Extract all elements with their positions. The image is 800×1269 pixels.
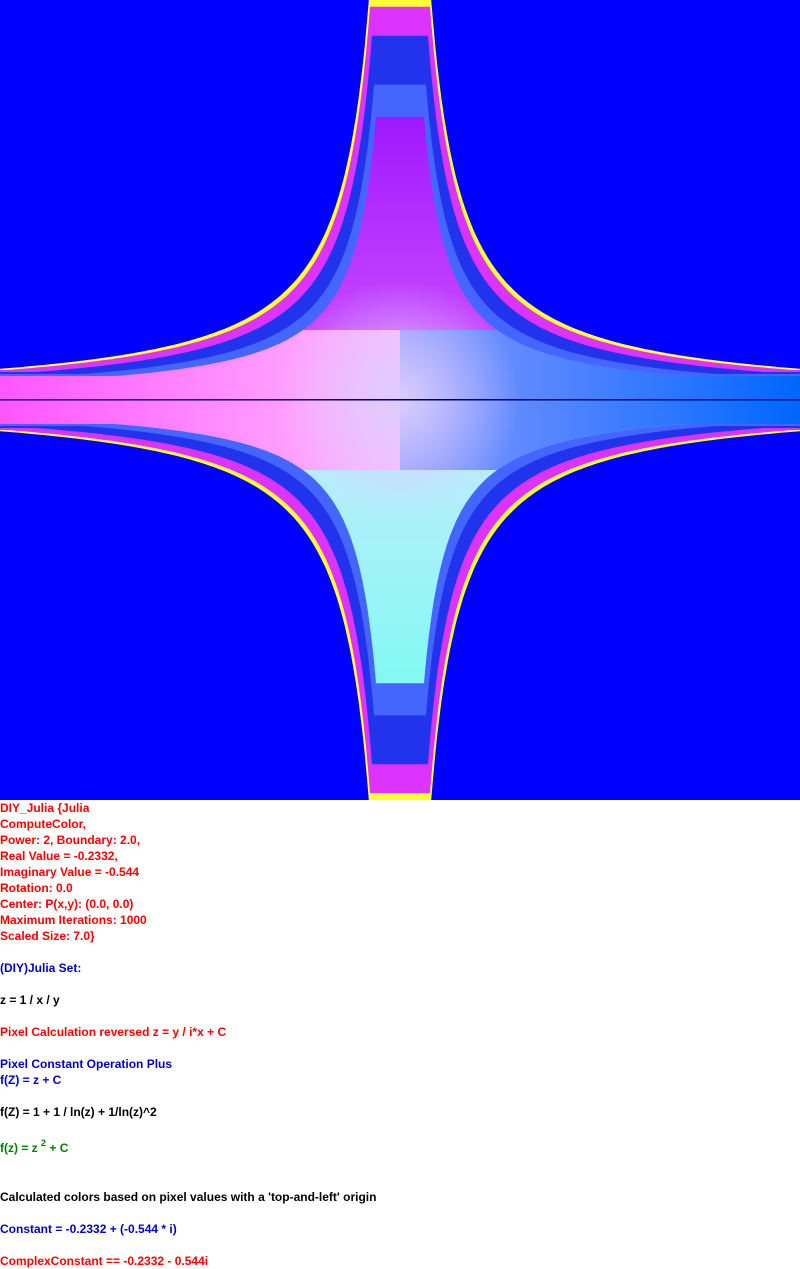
parameter-caption: DIY_Julia {Julia ComputeColor, Power: 2,… [0, 800, 800, 1269]
z-formula: z = 1 / x / y [0, 993, 60, 1007]
fz-plus-formula: f(Z) = z + C [0, 1073, 62, 1087]
param-line: Center: P(x,y): (0.0, 0.0) [0, 897, 134, 911]
param-line: DIY_Julia {Julia [0, 801, 90, 815]
fz-power-formula: f(z) = z 2 + C [0, 1136, 800, 1157]
constant-line: Constant = -0.2332 + (-0.544 * i) [0, 1222, 177, 1236]
param-line: Power: 2, Boundary: 2.0, [0, 833, 141, 847]
fractal-image [0, 0, 800, 800]
set-title: (DIY)Julia Set: [0, 961, 82, 975]
param-line: Rotation: 0.0 [0, 881, 73, 895]
param-line: Real Value = -0.2332, [0, 849, 118, 863]
julia-set-render [0, 0, 800, 800]
pixel-constant-operation: Pixel Constant Operation Plus [0, 1057, 173, 1071]
param-line: Scaled Size: 7.0} [0, 929, 95, 943]
param-line: Maximum Iterations: 1000 [0, 913, 147, 927]
param-line: Imaginary Value = -0.544 [0, 865, 140, 879]
fz-power-pre: f(z) = z [0, 1141, 41, 1155]
origin-note: Calculated colors based on pixel values … [0, 1190, 377, 1204]
param-line: ComputeColor, [0, 817, 86, 831]
fz-power-post: + C [46, 1141, 69, 1155]
pixel-calculation: Pixel Calculation reversed z = y / i*x +… [0, 1025, 227, 1039]
complex-constant-line: ComplexConstant == -0.2332 - 0.544i [0, 1254, 209, 1268]
fz-ln-formula: f(Z) = 1 + 1 / ln(z) + 1/ln(z)^2 [0, 1105, 157, 1119]
horizontal-axis-line [0, 399, 800, 401]
